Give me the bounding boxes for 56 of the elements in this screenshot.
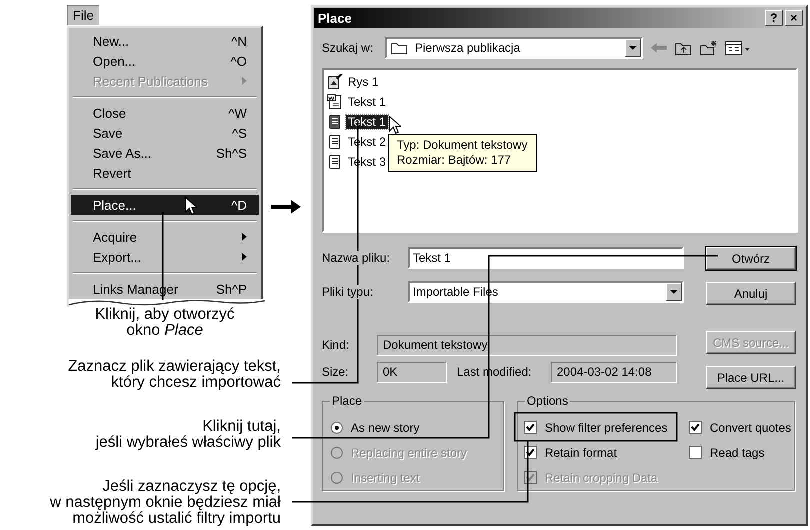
option-label: Convert quotes — [710, 420, 792, 434]
menu-item[interactable]: Open... ^O — [71, 51, 259, 71]
menu-item[interactable]: Export... — [71, 247, 259, 267]
option-label: As new story — [351, 420, 420, 434]
tooltip-text: Typ: Dokument tekstowy — [397, 138, 528, 153]
checkbox[interactable] — [689, 421, 702, 434]
mouse-pointer-icon — [185, 197, 197, 216]
file-item[interactable]: Tekst 1 — [327, 112, 388, 132]
caret-icon — [670, 290, 678, 294]
radio-button[interactable] — [331, 422, 343, 434]
option-label: Retain cropping Data — [545, 470, 658, 484]
tooltip-text: Rozmiar: Bajtów: 177 — [397, 153, 512, 168]
file-item[interactable]: Tekst 1 — [327, 92, 388, 112]
folder-icon — [391, 41, 409, 55]
option-label: Show filter preferences — [545, 420, 668, 434]
close-button[interactable]: × — [785, 10, 803, 26]
arrow-icon — [271, 200, 301, 214]
menu-item[interactable]: Place... ^D — [71, 195, 259, 215]
caret-icon — [629, 46, 637, 50]
option-label: Retain format — [545, 446, 618, 460]
menu-item[interactable]: Close ^W — [71, 103, 259, 123]
view-menu-icon[interactable] — [725, 40, 751, 56]
dropdown-button[interactable] — [625, 39, 641, 57]
field-label: Size: — [322, 365, 349, 379]
dialog-button[interactable]: Place URL... — [706, 366, 796, 389]
folder-dropdown[interactable]: Pierwsza publikacja — [385, 37, 643, 59]
menu-item[interactable]: Save ^S — [71, 123, 259, 143]
modified-field: 2004-03-02 14:08 — [551, 362, 677, 382]
new-folder-icon[interactable] — [700, 40, 718, 56]
kind-field: Dokument tekstowy — [377, 334, 677, 356]
caption: Jeśli zaznaczysz tę opcję, w następnym oknie będziesz miał możliwość ustalić filtry importu — [50, 479, 281, 527]
dialog-button[interactable]: Otwórz — [706, 247, 796, 270]
help-button[interactable]: ? — [765, 10, 783, 26]
checkbox[interactable] — [689, 446, 702, 459]
field-label: Szukaj w: — [322, 41, 374, 55]
caption: Kliknij tutaj, jeśli wybrałeś właściwy plik — [96, 419, 281, 451]
file-item[interactable]: Rys 1 — [327, 72, 381, 92]
file-menu[interactable]: File — [67, 5, 100, 26]
window-title: Place — [318, 10, 353, 26]
group-title: Place — [330, 394, 364, 408]
menu-item[interactable]: Save As... Sh^S — [71, 143, 259, 163]
menu-item[interactable]: Revert — [71, 163, 259, 183]
option-label: Read tags — [710, 446, 765, 460]
checkbox[interactable] — [524, 421, 537, 434]
menu-item[interactable]: New... ^N — [71, 31, 259, 51]
caption: Zaznacz plik zawierający tekst, który chcesz importować — [68, 359, 281, 391]
caption: Kliknij, aby otworzyć okno Place — [94, 307, 236, 339]
size-field: 0K — [377, 362, 447, 382]
field-label: Kind: — [322, 338, 350, 352]
option-label: Replacing entire story — [351, 446, 468, 460]
file-name-field[interactable]: Tekst 1 — [408, 247, 684, 269]
option-label: Inserting text — [351, 470, 420, 484]
dropdown-button[interactable] — [666, 283, 682, 301]
menu-item[interactable]: Acquire — [71, 227, 259, 247]
dialog-button[interactable]: Anuluj — [706, 282, 796, 305]
group-title: Options — [525, 394, 570, 408]
